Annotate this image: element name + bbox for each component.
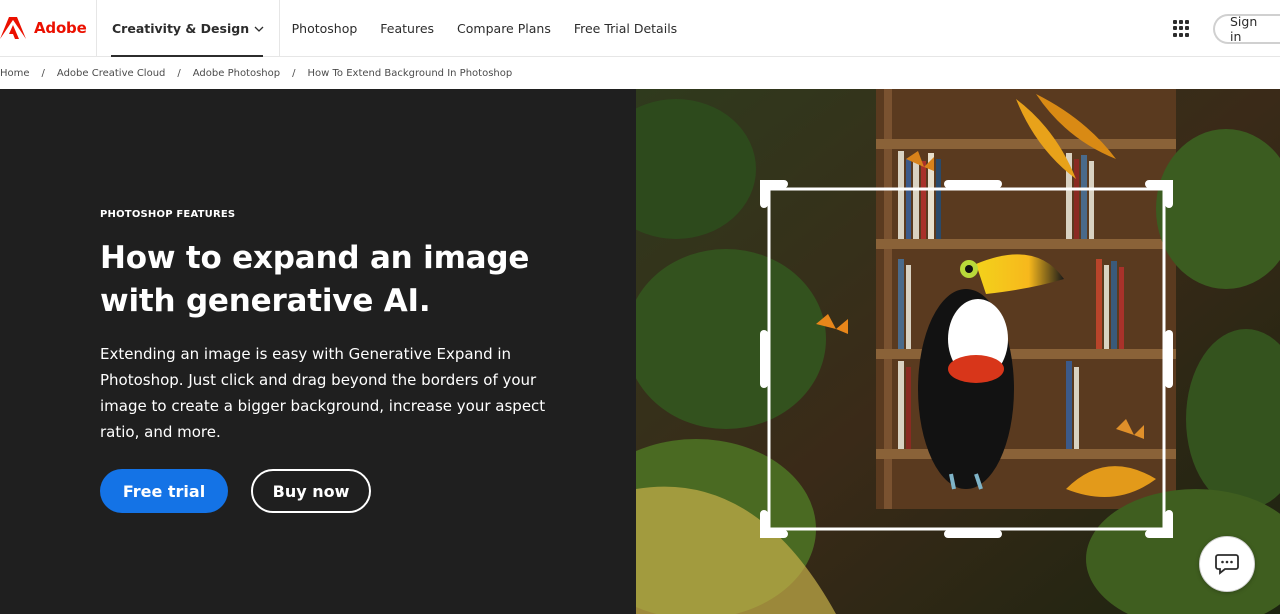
nav-item-compare-plans[interactable]: Compare Plans bbox=[446, 0, 563, 57]
hero-headline: How to expand an image with generative A… bbox=[100, 240, 530, 319]
nav-right-group: Sign in bbox=[1173, 0, 1280, 57]
adobe-home-link[interactable]: Adobe bbox=[0, 0, 96, 57]
nav-creativity-design-label: Creativity & Design bbox=[112, 20, 250, 36]
global-nav: Adobe Creativity & Design Photoshop Feat… bbox=[0, 0, 1280, 57]
breadcrumb-separator: / bbox=[292, 67, 296, 79]
breadcrumb-separator: / bbox=[177, 67, 181, 79]
nav-item-photoshop[interactable]: Photoshop bbox=[280, 0, 369, 57]
app-switcher-grid-icon[interactable] bbox=[1173, 19, 1191, 38]
free-trial-button[interactable]: Free trial bbox=[100, 469, 228, 513]
chevron-down-icon bbox=[254, 22, 264, 35]
nav-item-free-trial-details[interactable]: Free Trial Details bbox=[562, 0, 688, 57]
breadcrumb-photoshop[interactable]: Adobe Photoshop bbox=[193, 68, 280, 79]
breadcrumb-home[interactable]: Home bbox=[0, 68, 30, 79]
breadcrumb: Home / Adobe Creative Cloud / Adobe Phot… bbox=[0, 57, 1280, 89]
chat-bubble-icon bbox=[1215, 554, 1239, 575]
bookshelf bbox=[876, 89, 1176, 509]
adobe-logo-icon bbox=[0, 17, 26, 39]
hero-section: PHOTOSHOP FEATURES How to expand an imag… bbox=[0, 89, 1280, 614]
hero-eyebrow: PHOTOSHOP FEATURES bbox=[100, 209, 236, 220]
chat-button[interactable] bbox=[1199, 536, 1255, 592]
hero-text-panel: PHOTOSHOP FEATURES How to expand an imag… bbox=[0, 89, 636, 614]
buy-now-button[interactable]: Buy now bbox=[251, 469, 371, 513]
adobe-wordmark: Adobe bbox=[34, 19, 87, 37]
nav-creativity-design-menu[interactable]: Creativity & Design bbox=[97, 0, 279, 57]
breadcrumb-creative-cloud[interactable]: Adobe Creative Cloud bbox=[57, 68, 165, 79]
breadcrumb-separator: / bbox=[41, 67, 45, 79]
sign-in-button[interactable]: Sign in bbox=[1213, 13, 1280, 44]
hero-image bbox=[636, 89, 1280, 614]
hero-body-text: Extending an image is easy with Generati… bbox=[100, 345, 546, 441]
breadcrumb-current-page: How To Extend Background In Photoshop bbox=[307, 67, 513, 79]
nav-item-features[interactable]: Features bbox=[369, 0, 446, 57]
toucan-bookshelf-illustration bbox=[636, 89, 1280, 614]
